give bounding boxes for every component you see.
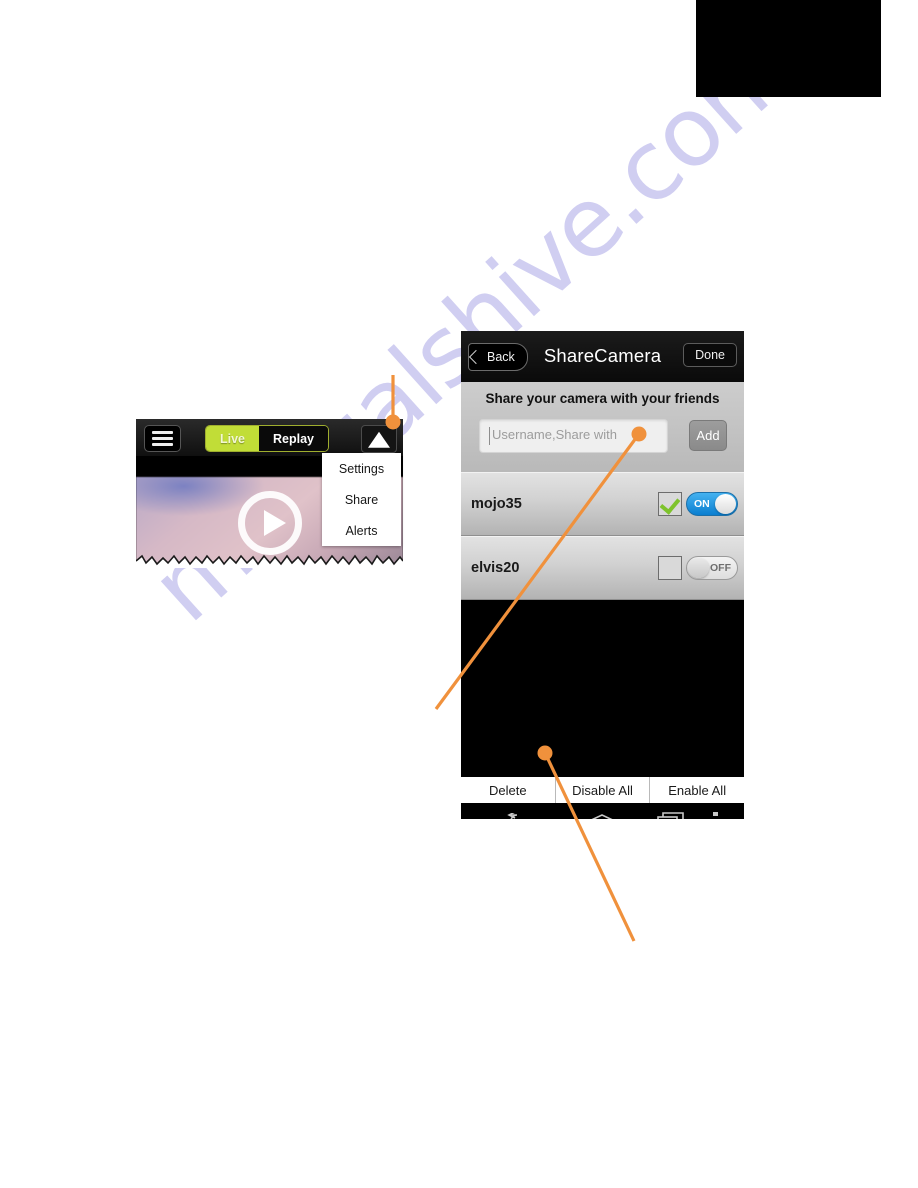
table-row[interactable]: elvis20 OFF: [461, 536, 744, 600]
disable-all-button[interactable]: Disable All: [556, 777, 651, 803]
share-user-name: mojo35: [471, 496, 522, 512]
username-input[interactable]: Username,Share with: [479, 419, 668, 453]
toggle-knob: [688, 558, 709, 578]
hamburger-bar: [152, 431, 173, 434]
row-checkbox[interactable]: [658, 492, 682, 516]
nav-back-icon[interactable]: [507, 803, 533, 819]
nav-back-glyph: [507, 813, 518, 819]
callout-annotations: [385, 375, 647, 942]
menu-item-share[interactable]: Share: [322, 484, 401, 515]
toggle-label: ON: [694, 498, 710, 510]
play-triangle: [263, 510, 286, 537]
tab-replay[interactable]: Replay: [259, 426, 328, 451]
triangle-up-icon[interactable]: [361, 425, 397, 453]
hamburger-bar: [152, 437, 173, 440]
phone-screenshot: Back ShareCamera Done Share your camera …: [461, 331, 744, 819]
tab-live[interactable]: Live: [206, 426, 259, 451]
hamburger-bar: [152, 443, 173, 446]
nav-overflow-menu-icon[interactable]: [713, 803, 719, 819]
menu-item-alerts[interactable]: Alerts: [322, 515, 401, 546]
row-checkbox[interactable]: [658, 556, 682, 580]
username-input-placeholder: Username,Share with: [492, 427, 617, 442]
camera-dropdown-menu[interactable]: Settings Share Alerts: [322, 453, 401, 546]
android-nav-bar: [461, 803, 744, 819]
toggle-knob: [715, 494, 736, 514]
nav-recents-glyph: [657, 812, 684, 819]
table-row[interactable]: mojo35 ON: [461, 472, 744, 536]
share-user-name: elvis20: [471, 560, 520, 576]
nav-home-glyph: [591, 814, 613, 819]
menu-item-settings[interactable]: Settings: [322, 453, 401, 484]
camera-toolbar: Live Replay: [136, 419, 403, 456]
nav-recents-icon[interactable]: [657, 803, 685, 819]
enable-all-button[interactable]: Enable All: [650, 777, 744, 803]
row-toggle-switch[interactable]: ON: [686, 492, 738, 516]
delete-button[interactable]: Delete: [461, 777, 556, 803]
phone-header-bar: Back ShareCamera Done: [461, 331, 744, 382]
hamburger-icon[interactable]: [144, 425, 181, 452]
top-right-black-block: [696, 0, 881, 97]
share-heading: Share your camera with your friends: [485, 391, 720, 406]
share-panel: Share your camera with your friends User…: [461, 382, 744, 472]
nav-home-icon[interactable]: [585, 803, 619, 819]
phone-action-bar: Delete Disable All Enable All: [461, 777, 744, 803]
checkmark-icon: [659, 493, 681, 515]
empty-list-area: [461, 600, 744, 777]
done-button[interactable]: Done: [683, 343, 737, 367]
row-toggle-switch[interactable]: OFF: [686, 556, 738, 580]
toggle-label: OFF: [710, 562, 731, 574]
add-button[interactable]: Add: [689, 420, 727, 451]
nav-overflow-glyph: [713, 812, 718, 816]
play-icon[interactable]: [237, 491, 302, 556]
triangle-glyph: [368, 431, 390, 448]
live-replay-segmented-control[interactable]: Live Replay: [205, 425, 329, 452]
text-caret: [489, 427, 490, 445]
video-jagged-edge: [136, 554, 403, 568]
